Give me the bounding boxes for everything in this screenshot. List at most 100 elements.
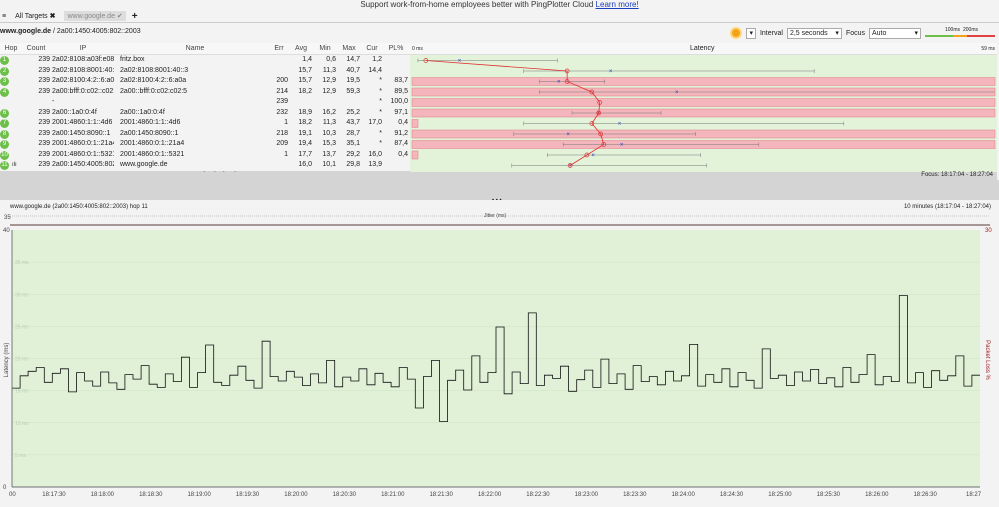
avg-marker: ×: [566, 132, 570, 138]
hop-row[interactable]: 4 239 2a00:bfff:0:c02::c02:5 2a00::bfff:0:c…: [0, 87, 410, 98]
column-header-pl[interactable]: PL%: [384, 43, 408, 55]
x-tick-label: 18:25:30: [817, 492, 841, 498]
graph-max-label: 59 ms: [981, 46, 995, 52]
cell-min: 15,3: [322, 140, 336, 147]
hop-row[interactable]: 2 239 2a02:8108:8001:40::3 2a02:8108:8001:4…: [0, 66, 410, 77]
hop-row[interactable]: 6 239 2a00::1a0:0:4f 2a00::1a0:0:4f 232 18,9 1…: [0, 108, 410, 119]
cell-min: 10,1: [322, 161, 336, 168]
cell-min: 12,9: [322, 87, 336, 95]
hop-number-badge: 10: [0, 150, 9, 160]
jitter-label: Jitter (ms): [484, 213, 507, 219]
column-header-avg[interactable]: Avg: [290, 43, 312, 55]
avg-marker: ×: [620, 143, 624, 149]
cell-count: 239: [38, 108, 50, 116]
pause-dropdown[interactable]: [745, 27, 756, 39]
column-header-min[interactable]: Min: [314, 43, 336, 55]
cell-pl: 89,5: [394, 87, 408, 95]
cell-name: 2a00::bfff:0:c02:c02:5: [120, 87, 188, 95]
packet-loss-bar: [411, 98, 996, 107]
cell-count: 239: [38, 140, 50, 147]
x-tick-label: 18:23:30: [623, 492, 647, 498]
hop-row[interactable]: 9 239 2001:4860:0:1::21a4 2001:4860:0:1::21…: [0, 139, 410, 150]
x-tick-label: 00: [9, 492, 16, 498]
x-tick-label: 18:26:30: [913, 492, 937, 498]
hop-row[interactable]: 10 239 2001:4860:0:1::5321 2001:4860:0:1::5…: [0, 150, 410, 161]
jitter-max-label: 35: [4, 215, 11, 221]
timeline-panel: www.google.de (2a00:1450:4005:802::2003)…: [0, 200, 999, 507]
packet-loss-bar: [411, 77, 996, 86]
cell-avg: 18,9: [298, 108, 312, 116]
column-header-max[interactable]: Max: [338, 43, 360, 55]
cell-min: 16,2: [322, 108, 336, 116]
cell-count: 239: [38, 119, 50, 126]
cell-pl: 91,2: [394, 129, 408, 137]
column-header-cur[interactable]: Cur: [362, 43, 382, 55]
menu-icon[interactable]: ≡: [2, 13, 6, 20]
cell-err: 200: [276, 77, 288, 84]
packet-loss-bar: [411, 119, 419, 128]
column-header-ip[interactable]: IP: [52, 43, 114, 55]
cell-ip: 2a02:8108:a03f:e080::1: [52, 56, 114, 63]
column-header-name[interactable]: Name: [120, 43, 270, 55]
cell-err: 1: [284, 119, 288, 126]
graph-min-label: 0 ms: [412, 46, 423, 52]
learn-more-link[interactable]: Learn more!: [596, 0, 639, 9]
latency-timeline-chart: 35 Jitter (ms) 40 35 ms 30 ms 25 ms 20 ms 15 ms…: [3, 213, 992, 498]
hop-row[interactable]: 1 2392a02:8108:a03f:e080::1 fritz.box 1,4 0,…: [0, 55, 410, 66]
latency-scale-legend: 100ms 200ms: [925, 27, 995, 39]
close-icon[interactable]: ✖: [50, 13, 56, 20]
cell-max: 29,8: [346, 161, 360, 168]
cell-ip: 2a02:8100:4:2::6:a0a: [52, 77, 114, 84]
cell-avg: 1,4: [302, 56, 312, 63]
cell-ip: 2a00:1450:8090::1: [52, 129, 111, 137]
y-tick-label: 15 ms: [15, 389, 29, 395]
hop-number-badge: 1: [0, 56, 9, 65]
splitter[interactable]: • • •: [0, 180, 999, 204]
cell-cur: 1,2: [372, 56, 382, 63]
breadcrumb: www.google.de / 2a00:1450:4005:802::2003: [0, 28, 141, 35]
cell-name: fritz.box: [120, 56, 145, 63]
tab-google[interactable]: www.google.de ✔: [64, 11, 126, 21]
hop-row[interactable]: 8 239 2a00:1450:8090::1 2a00:1450:8090::1 21…: [0, 129, 410, 140]
graph-icon[interactable]: ılı: [12, 160, 17, 171]
add-tab-button[interactable]: +: [132, 11, 138, 22]
cell-name: 2a00::1a0:0:4f: [120, 108, 165, 116]
cell-avg: 18,2: [298, 87, 312, 95]
cell-min: 11,3: [322, 66, 336, 74]
packet-loss-bar: [411, 129, 996, 139]
cell-ip: 2001:4860:0:1::21a4: [52, 140, 114, 147]
cell-cur: *: [379, 87, 382, 95]
cell-min: 0,6: [326, 56, 336, 63]
cell-pl: 100,0: [390, 98, 408, 105]
x-tick-label: 18:24:30: [720, 492, 744, 498]
cell-max: 43,7: [346, 119, 360, 126]
cell-max: 19,5: [346, 77, 360, 84]
hop-number-badge: 6: [0, 108, 9, 118]
y-tick-label: 25 ms: [15, 324, 29, 330]
cell-max: 14,7: [346, 56, 360, 63]
focus-select[interactable]: Auto: [869, 27, 921, 39]
pause-button[interactable]: [729, 27, 742, 39]
hop-row[interactable]: - 239 * 100,0: [0, 97, 410, 108]
interval-value: 2,5 seconds: [789, 29, 828, 37]
x-tick-label: 18:22:30: [526, 492, 550, 498]
cell-max: 29,2: [346, 150, 360, 158]
breadcrumb-target[interactable]: www.google.de: [0, 28, 51, 35]
cell-err: 239: [276, 98, 288, 105]
cell-pl: 0,4: [398, 150, 408, 158]
cell-name: 2a02:8108:8001:40::3: [120, 66, 189, 74]
column-header-err[interactable]: Err: [270, 43, 288, 55]
hop-row[interactable]: 11 2392a00:1450:4005:802::2003 www.google.…: [0, 160, 410, 171]
column-header-count[interactable]: Count: [22, 43, 50, 55]
x-tick-label: 18:20:30: [333, 492, 357, 498]
cell-ip: 2a00::1a0:0:4f: [52, 108, 97, 116]
cell-err: 209: [276, 140, 288, 147]
x-tick-label: 18:20:00: [284, 492, 308, 498]
tab-all-targets[interactable]: All Targets ✖: [12, 11, 58, 21]
hop-row[interactable]: 7 239 2001:4860:1:1::4d6 2001:4860:1:1::4d6…: [0, 118, 410, 129]
focus-range: Focus: 18:17:04 - 18:27:04: [921, 172, 993, 178]
interval-select[interactable]: 2,5 seconds: [786, 27, 842, 39]
cell-avg: 19,1: [298, 129, 312, 137]
column-header-hop[interactable]: Hop: [0, 43, 22, 55]
hop-row[interactable]: 3 239 2a02:8100:4:2::6:a0a 2a02:8100:4:2::6…: [0, 76, 410, 87]
